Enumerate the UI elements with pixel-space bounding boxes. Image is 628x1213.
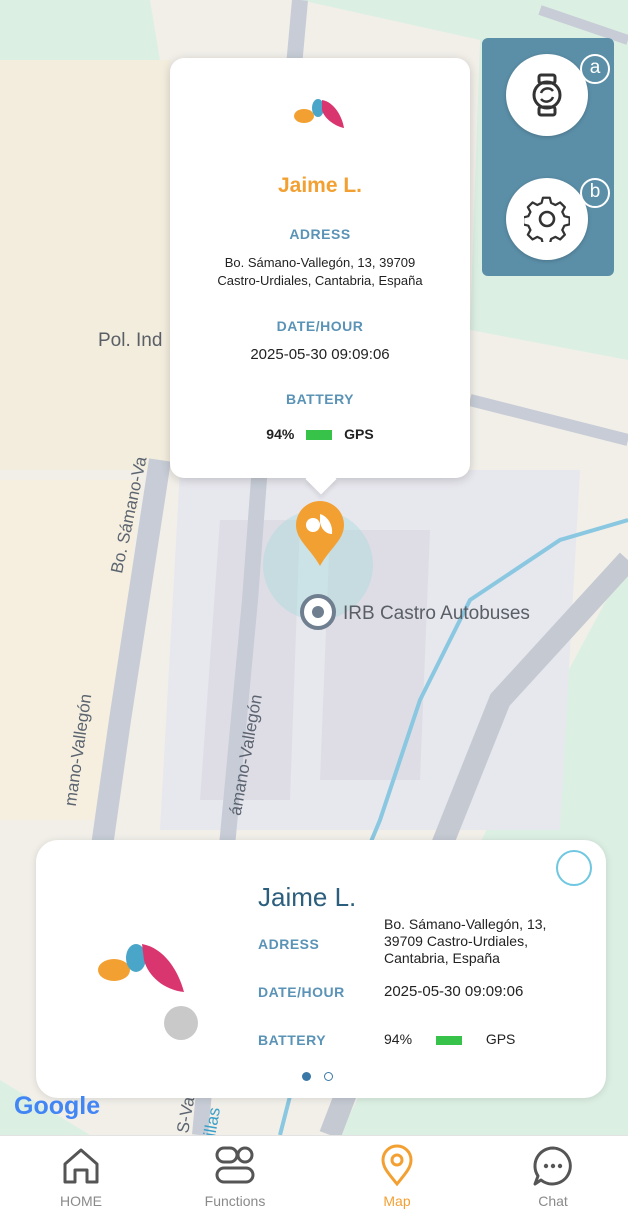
nav-home[interactable]: HOME	[16, 1136, 146, 1213]
gear-icon	[524, 196, 570, 242]
card-gps-label: GPS	[485, 1031, 516, 1047]
card-name: Jaime L.	[258, 882, 357, 912]
card-date-label: DATE/HOUR	[258, 984, 345, 1000]
nav-home-label: HOME	[60, 1193, 102, 1209]
settings-button[interactable]	[506, 178, 588, 260]
nav-map-label: Map	[383, 1193, 411, 1209]
battery-level-icon	[435, 1035, 462, 1045]
card-battery-row: 94% GPS	[384, 1031, 515, 1047]
app-logo-birds-icon	[98, 944, 184, 992]
home-icon	[63, 1148, 99, 1184]
card-address-line1: Bo. Sámano-Vallegón, 13,	[384, 916, 547, 932]
watch-controls-panel: a b	[482, 38, 614, 276]
popup-battery-value: 94%	[266, 426, 295, 442]
watch-sync-icon	[532, 73, 562, 117]
map-pin-icon	[381, 1144, 413, 1187]
popup-address-line1: Bo. Sámano-Vallegón, 13, 39709	[224, 255, 416, 270]
nav-chat-label: Chat	[538, 1193, 568, 1209]
nav-functions[interactable]: Functions	[170, 1136, 300, 1213]
popup-date-label: DATE/HOUR	[276, 318, 364, 334]
card-address-line2: 39709 Castro-Urdiales,	[384, 933, 528, 949]
badge-b: b	[580, 178, 610, 208]
card-address-label: ADRESS	[258, 936, 320, 952]
nav-map[interactable]: Map	[332, 1136, 462, 1213]
poi-label-pol: Pol. Ind	[98, 330, 163, 351]
page-dot-active[interactable]	[302, 1072, 311, 1081]
card-battery-label: BATTERY	[258, 1032, 327, 1048]
app-logo-birds-icon	[294, 99, 344, 128]
location-popup: Jaime L. ADRESS Bo. Sámano-Vallegón, 13,…	[170, 58, 470, 478]
nav-chat[interactable]: Chat	[488, 1136, 618, 1213]
card-indicator-icon[interactable]	[556, 850, 592, 886]
chat-icon	[533, 1146, 572, 1186]
popup-address-line2: Castro-Urdiales, Cantabria, España	[217, 273, 423, 288]
location-marker-icon[interactable]	[292, 498, 348, 568]
poi-label-bus[interactable]: IRB Castro Autobuses	[343, 603, 530, 625]
bottom-nav: HOME Functions Map Chat	[0, 1135, 628, 1213]
battery-level-icon	[306, 430, 333, 441]
watch-sync-button[interactable]	[506, 54, 588, 136]
google-logo: Google	[14, 1092, 101, 1120]
popup-gps-label: GPS	[344, 426, 374, 442]
popup-name: Jaime L.	[277, 174, 363, 197]
functions-icon	[215, 1146, 255, 1184]
card-date-value: 2025-05-30 09:09:06	[384, 983, 524, 1000]
popup-address-label: ADRESS	[289, 226, 351, 242]
card-address-line3: Cantabria, España	[384, 950, 500, 966]
nav-functions-label: Functions	[204, 1193, 266, 1209]
badge-a: a	[580, 54, 610, 84]
device-card[interactable]: Jaime L. ADRESS Bo. Sámano-Vallegón, 13,…	[36, 840, 606, 1098]
popup-date-value: 2025-05-30 09:09:06	[250, 346, 390, 363]
device-status-icon	[164, 1006, 198, 1040]
card-battery-value: 94%	[384, 1031, 413, 1047]
page-dot[interactable]	[324, 1072, 333, 1081]
popup-battery-label: BATTERY	[285, 391, 355, 407]
popup-battery-row: 94% GPS	[170, 426, 470, 442]
